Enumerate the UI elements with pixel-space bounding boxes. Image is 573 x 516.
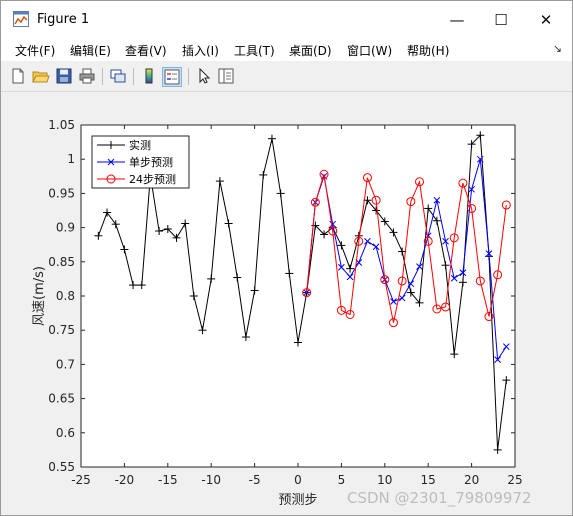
x-tick-label: -5: [249, 473, 261, 487]
new-figure-icon[interactable]: [9, 67, 27, 85]
matlab-figure-icon: [13, 11, 29, 27]
legend-label: 实测: [129, 138, 151, 152]
maximize-button[interactable]: ☐: [478, 1, 524, 39]
menu-desktop[interactable]: 桌面(D): [289, 42, 332, 59]
y-tick-label: 1.05: [48, 118, 75, 132]
toolbar-separator: [133, 68, 134, 85]
y-tick-label: 0.9: [56, 221, 75, 235]
y-tick-label: 0.75: [48, 323, 75, 337]
menu-insert[interactable]: 插入(I): [182, 42, 219, 59]
title-bar[interactable]: Figure 1 — ☐ ✕: [1, 1, 572, 39]
link-plot-icon[interactable]: [109, 67, 127, 85]
dock-arrow-icon[interactable]: ↘: [553, 42, 562, 55]
minimize-button[interactable]: —: [434, 1, 480, 39]
menu-file[interactable]: 文件(F): [15, 42, 55, 59]
x-tick-label: -10: [201, 473, 221, 487]
menu-bar: 文件(F) 编辑(E) 查看(V) 插入(I) 工具(T) 桌面(D) 窗口(W…: [1, 39, 572, 61]
y-tick-label: 1: [67, 152, 75, 166]
figure-toolbar: [1, 61, 572, 92]
x-tick-label: 5: [338, 473, 346, 487]
line-chart[interactable]: -25 -20 -15 -10 -5 0 5 10 15 20 25 0.55 0.6 0.65 0.7 0.…: [1, 92, 572, 515]
pointer-icon[interactable]: [195, 67, 213, 85]
toolbar-separator: [102, 68, 103, 85]
y-tick-label: 0.55: [48, 460, 75, 474]
legend-label: 24步预测: [129, 173, 176, 186]
menu-window[interactable]: 窗口(W): [347, 42, 392, 59]
menu-view[interactable]: 查看(V): [125, 42, 167, 59]
x-tick-label: 20: [464, 473, 479, 487]
y-tick-label: 0.7: [56, 357, 75, 371]
legend-label: 单步预测: [129, 156, 173, 169]
figure-canvas: -25 -20 -15 -10 -5 0 5 10 15 20 25 0.55 0.6 0.65 0.7 0.…: [1, 92, 572, 515]
x-tick-label: 10: [377, 473, 392, 487]
maximize-icon: ☐: [494, 11, 508, 29]
x-tick-label: 0: [294, 473, 302, 487]
watermark: CSDN @2301_79809972: [347, 489, 532, 507]
x-tick-label: -15: [158, 473, 178, 487]
y-tick-label: 0.95: [48, 186, 75, 200]
y-tick-label: 0.65: [48, 392, 75, 406]
minimize-icon: —: [449, 11, 465, 29]
property-inspector-icon[interactable]: [217, 67, 235, 85]
open-file-icon[interactable]: [32, 67, 50, 85]
x-tick-label: -20: [115, 473, 135, 487]
save-icon[interactable]: [55, 67, 73, 85]
menu-edit[interactable]: 编辑(E): [70, 42, 111, 59]
x-axis-label: 预测步: [278, 493, 317, 508]
close-icon: ✕: [539, 11, 553, 29]
window-title: Figure 1: [37, 12, 90, 27]
print-icon[interactable]: [78, 67, 96, 85]
colorbar-icon[interactable]: [140, 67, 158, 85]
legend[interactable]: 实测单步预测 24步预测: [91, 135, 190, 189]
x-tick-label: 25: [507, 473, 522, 487]
y-tick-label: 0.6: [56, 426, 75, 440]
menu-help[interactable]: 帮助(H): [407, 42, 449, 59]
x-tick-label: -25: [71, 473, 91, 487]
y-axis-label: 风速(m/s): [32, 266, 47, 326]
x-tick-label: 15: [421, 473, 436, 487]
y-tick-label: 0.85: [48, 255, 75, 269]
figure-window: Figure 1 — ☐ ✕ 文件(F) 编辑(E) 查看(V) 插入(I) 工…: [0, 0, 573, 516]
y-tick-label: 0.8: [56, 289, 75, 303]
toolbar-separator: [188, 68, 189, 85]
close-button[interactable]: ✕: [523, 1, 569, 39]
menu-tools[interactable]: 工具(T): [234, 42, 275, 59]
legend-icon[interactable]: [162, 67, 182, 87]
